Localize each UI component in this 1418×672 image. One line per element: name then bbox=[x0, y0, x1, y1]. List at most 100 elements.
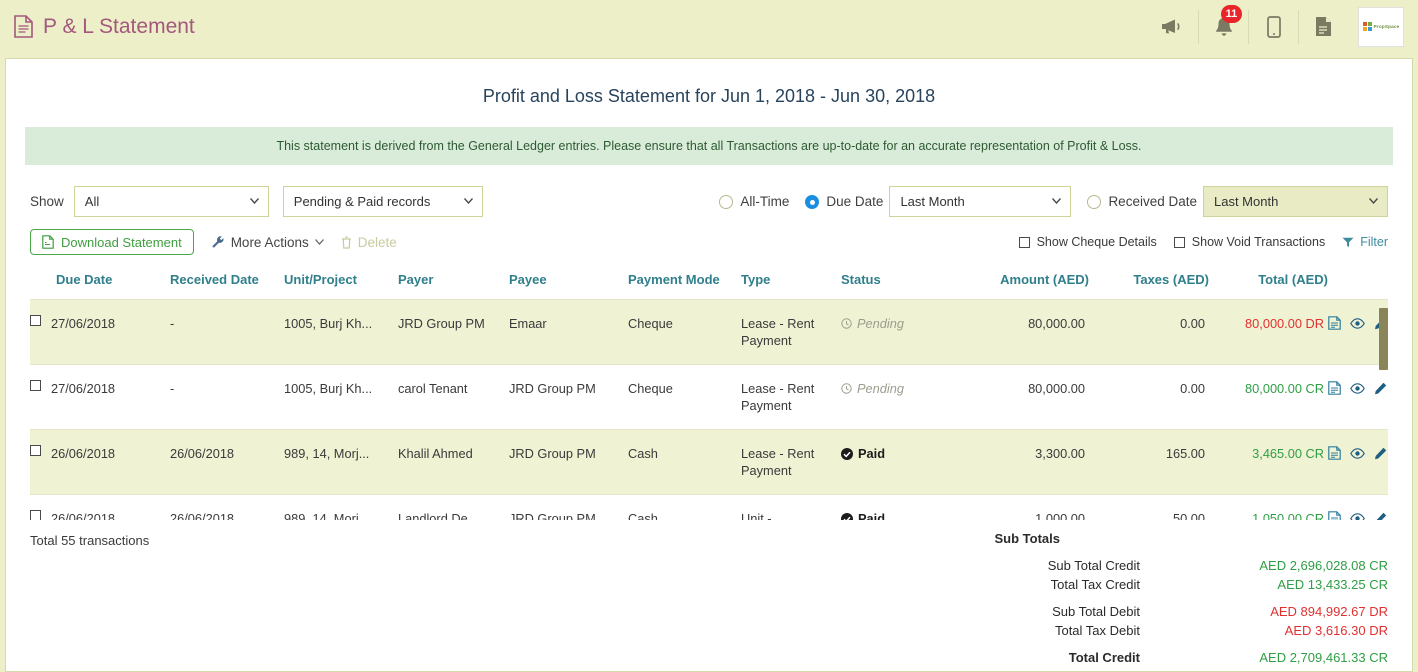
cell-status: Pending bbox=[841, 365, 946, 430]
total-line-label: Total Tax Debit bbox=[928, 621, 1188, 640]
radio-due-date-indicator bbox=[805, 195, 819, 209]
show-label: Show bbox=[30, 194, 64, 209]
show-select-value: All bbox=[85, 194, 99, 209]
brand-logo[interactable]: PropSpace bbox=[1358, 7, 1404, 47]
col-unit-project[interactable]: Unit/Project bbox=[284, 272, 398, 300]
total-line-label: Sub Total Credit bbox=[928, 556, 1188, 575]
more-actions-label: More Actions bbox=[231, 235, 309, 250]
col-due-date[interactable]: Due Date bbox=[30, 272, 170, 300]
cell-type: Lease - Rent Payment bbox=[741, 365, 841, 430]
total-line-sub-total-credit: Sub Total Credit AED 2,696,028.08 CR bbox=[928, 556, 1388, 575]
due-date-wrap: 26/06/2018 bbox=[30, 510, 166, 520]
records-select[interactable]: Pending & Paid records bbox=[283, 186, 483, 217]
check-circle-icon bbox=[841, 513, 853, 521]
col-payee[interactable]: Payee bbox=[509, 272, 628, 300]
megaphone-button[interactable] bbox=[1148, 10, 1198, 44]
radio-due-date[interactable]: Due Date bbox=[805, 194, 883, 209]
records-select-value: Pending & Paid records bbox=[294, 194, 431, 209]
radio-received-date[interactable]: Received Date bbox=[1087, 194, 1197, 209]
pdf-icon bbox=[42, 235, 54, 249]
table-row[interactable]: 27/06/2018 - 1005, Burj Kh... carol Tena… bbox=[30, 365, 1388, 430]
notifications-button[interactable]: 11 bbox=[1198, 10, 1248, 44]
col-status[interactable]: Status bbox=[841, 272, 946, 300]
cell-received-date: 26/06/2018 bbox=[170, 430, 284, 495]
show-void-transactions-checkbox[interactable]: Show Void Transactions bbox=[1174, 235, 1325, 249]
chevron-down-icon bbox=[1369, 198, 1378, 204]
table-scrollbar-thumb[interactable] bbox=[1379, 308, 1388, 370]
download-statement-button[interactable]: Download Statement bbox=[30, 229, 194, 255]
filter-label: Filter bbox=[1360, 235, 1388, 249]
radio-all-time-label: All-Time bbox=[740, 194, 789, 209]
funnel-icon bbox=[1342, 237, 1354, 248]
statement-icon[interactable] bbox=[1328, 316, 1341, 330]
received-date-range-select[interactable]: Last Month bbox=[1203, 186, 1388, 217]
col-total[interactable]: Total (AED) bbox=[1209, 272, 1328, 300]
cell-payer: Landlord De... bbox=[398, 495, 509, 521]
row-select-checkbox[interactable] bbox=[30, 445, 41, 456]
statement-icon[interactable] bbox=[1328, 381, 1341, 395]
radio-received-date-indicator bbox=[1087, 195, 1101, 209]
total-line-total-credit: Total Credit AED 2,709,461.33 CR bbox=[928, 648, 1388, 667]
total-line-label: Sub Total Debit bbox=[928, 602, 1188, 621]
table-footer: Total 55 transactions Sub Totals Sub Tot… bbox=[30, 529, 1388, 667]
view-icon[interactable] bbox=[1350, 318, 1365, 329]
due-date-wrap: 27/06/2018 bbox=[30, 315, 166, 332]
total-line-value: AED 3,616.30 DR bbox=[1188, 621, 1388, 640]
due-date-value: 26/06/2018 bbox=[51, 510, 115, 520]
cell-total: 80,000.00 DR bbox=[1209, 300, 1328, 365]
sub-totals-spacer bbox=[1188, 529, 1388, 548]
view-icon[interactable] bbox=[1350, 513, 1365, 521]
row-select-checkbox[interactable] bbox=[30, 380, 41, 391]
mobile-app-button[interactable] bbox=[1248, 10, 1298, 44]
statement-icon[interactable] bbox=[1328, 446, 1341, 460]
show-select[interactable]: All bbox=[74, 186, 269, 217]
status-text: Paid bbox=[858, 510, 885, 520]
cell-payment-mode: Cash bbox=[628, 495, 741, 521]
view-icon[interactable] bbox=[1350, 383, 1365, 394]
view-icon[interactable] bbox=[1350, 448, 1365, 459]
col-type[interactable]: Type bbox=[741, 272, 841, 300]
cell-taxes: 50.00 bbox=[1089, 495, 1209, 521]
totals-gap bbox=[928, 640, 1388, 648]
cell-received-date: - bbox=[170, 300, 284, 365]
row-select-checkbox[interactable] bbox=[30, 315, 41, 326]
table-scrollbar[interactable] bbox=[1379, 308, 1388, 520]
radio-all-time[interactable]: All-Time bbox=[719, 194, 789, 209]
cell-unit-project: 1005, Burj Kh... bbox=[284, 365, 398, 430]
due-date-range-select[interactable]: Last Month bbox=[889, 186, 1071, 217]
cell-taxes: 0.00 bbox=[1089, 365, 1209, 430]
document-icon bbox=[14, 15, 33, 38]
table-row[interactable]: 26/06/2018 26/06/2018 989, 14, Morj... K… bbox=[30, 430, 1388, 495]
due-date-range-value: Last Month bbox=[900, 194, 964, 209]
transactions-table-wrapper: Due Date Received Date Unit/Project Paye… bbox=[30, 272, 1388, 520]
col-actions bbox=[1328, 272, 1388, 300]
cell-payment-mode: Cheque bbox=[628, 365, 741, 430]
table-row[interactable]: 26/06/2018 26/06/2018 989, 14, Morj... L… bbox=[30, 495, 1388, 521]
table-body: 27/06/2018 - 1005, Burj Kh... JRD Group … bbox=[30, 300, 1388, 521]
totals-gap bbox=[928, 594, 1388, 602]
info-banner: This statement is derived from the Gener… bbox=[25, 127, 1393, 165]
col-received-date[interactable]: Received Date bbox=[170, 272, 284, 300]
statement-icon[interactable] bbox=[1328, 511, 1341, 520]
status-text: Paid bbox=[858, 445, 885, 462]
cell-payer: carol Tenant bbox=[398, 365, 509, 430]
col-payment-mode[interactable]: Payment Mode bbox=[628, 272, 741, 300]
show-cheque-details-checkbox[interactable]: Show Cheque Details bbox=[1019, 235, 1157, 249]
col-amount[interactable]: Amount (AED) bbox=[946, 272, 1089, 300]
wrench-icon bbox=[211, 235, 225, 249]
content-panel: Profit and Loss Statement for Jun 1, 201… bbox=[5, 58, 1413, 672]
col-taxes[interactable]: Taxes (AED) bbox=[1089, 272, 1209, 300]
delete-button[interactable]: Delete bbox=[341, 235, 397, 250]
cell-taxes: 0.00 bbox=[1089, 300, 1209, 365]
more-actions-button[interactable]: More Actions bbox=[211, 235, 324, 250]
cell-payment-mode: Cash bbox=[628, 430, 741, 495]
cell-status: Paid bbox=[841, 495, 946, 521]
show-void-transactions-label: Show Void Transactions bbox=[1192, 235, 1325, 249]
cell-total: 3,465.00 CR bbox=[1209, 430, 1328, 495]
col-payer[interactable]: Payer bbox=[398, 272, 509, 300]
filter-button[interactable]: Filter bbox=[1342, 235, 1388, 249]
table-row[interactable]: 27/06/2018 - 1005, Burj Kh... JRD Group … bbox=[30, 300, 1388, 365]
documents-button[interactable] bbox=[1298, 10, 1348, 44]
page-title-text: P & L Statement bbox=[43, 15, 195, 39]
row-select-checkbox[interactable] bbox=[30, 510, 41, 520]
